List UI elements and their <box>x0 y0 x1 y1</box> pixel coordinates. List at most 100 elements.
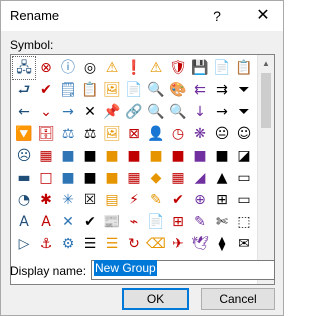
symbol-cell[interactable]: ⏷ <box>233 101 255 123</box>
symbol-cell[interactable]: 😐 <box>211 123 233 145</box>
symbol-cell[interactable]: 📰 <box>101 211 123 233</box>
symbol-cell[interactable]: ☹ <box>13 145 35 167</box>
symbol-cell[interactable]: 🛡 <box>167 57 189 79</box>
symbol-cell[interactable]: ⇇ <box>189 79 211 101</box>
symbol-cell[interactable]: ✈ <box>167 233 189 255</box>
symbol-cell[interactable]: 🔗 <box>123 101 145 123</box>
symbol-cell[interactable]: 🖧 <box>12 56 36 80</box>
scroll-up-arrow-icon[interactable]: ▲ <box>258 55 274 72</box>
symbol-cell[interactable]: ⇉ <box>211 79 233 101</box>
symbol-cell[interactable]: ■ <box>123 145 145 167</box>
symbol-cell[interactable]: ■ <box>211 145 233 167</box>
symbol-cell[interactable]: 🖼 <box>101 123 123 145</box>
symbol-cell[interactable]: ✕ <box>79 101 101 123</box>
symbol-cell[interactable]: ⌁ <box>123 211 145 233</box>
symbol-cell[interactable]: ⚠ <box>101 57 123 79</box>
symbol-cell[interactable]: ✎ <box>145 189 167 211</box>
close-button[interactable]: ✕ <box>245 1 281 31</box>
symbol-cell[interactable]: ■ <box>79 167 101 189</box>
symbol-cell[interactable]: ✱ <box>35 189 57 211</box>
symbol-cell[interactable]: ⊕ <box>189 189 211 211</box>
symbol-cell[interactable]: ▦ <box>123 167 145 189</box>
symbol-cell[interactable]: ■ <box>167 145 189 167</box>
symbol-cell[interactable]: ⚖ <box>79 123 101 145</box>
symbol-cell[interactable]: □ <box>35 167 57 189</box>
symbol-cell[interactable]: ❋ <box>189 123 211 145</box>
symbol-cell[interactable]: ← <box>13 101 35 123</box>
symbol-cell[interactable]: ✄ <box>211 211 233 233</box>
symbol-cell[interactable]: ▭ <box>233 189 255 211</box>
symbol-cell[interactable]: ■ <box>57 167 79 189</box>
symbol-cell[interactable]: 🔍 <box>167 101 189 123</box>
display-name-input[interactable]: New Group <box>91 260 275 280</box>
symbol-cell[interactable]: ⚙ <box>57 233 79 255</box>
symbol-cell[interactable]: 📄 <box>145 211 167 233</box>
symbol-cell[interactable]: ↻ <box>123 233 145 255</box>
symbol-cell[interactable]: ◔ <box>13 189 35 211</box>
symbol-cell[interactable]: ◆ <box>145 167 167 189</box>
scroll-thumb[interactable] <box>261 73 271 128</box>
symbol-cell[interactable]: ☒ <box>79 189 101 211</box>
symbol-cell[interactable]: ✔ <box>79 211 101 233</box>
symbol-cell[interactable]: ■ <box>101 145 123 167</box>
symbol-cell[interactable]: 🔍 <box>145 79 167 101</box>
symbol-cell[interactable]: 🗄 <box>35 123 57 145</box>
symbol-cell[interactable]: ⌄ <box>35 101 57 123</box>
symbol-cell[interactable]: ☰ <box>79 233 101 255</box>
symbol-cell[interactable]: ✳ <box>57 189 79 211</box>
symbol-cell[interactable]: 🔍 <box>145 101 167 123</box>
symbol-cell[interactable]: ◎ <box>79 57 101 79</box>
symbol-cell[interactable]: ⚠ <box>145 57 167 79</box>
symbol-cell[interactable]: 📄 <box>211 57 233 79</box>
symbol-cell[interactable]: 🕊 <box>189 233 211 255</box>
symbol-cell[interactable]: ⚖ <box>57 123 79 145</box>
symbol-cell[interactable]: ◪ <box>233 145 255 167</box>
symbol-cell[interactable]: 🖼 <box>101 79 123 101</box>
symbol-cell[interactable]: 📌 <box>101 101 123 123</box>
symbol-cell[interactable]: ■ <box>189 145 211 167</box>
symbol-cell[interactable]: A <box>13 211 35 233</box>
symbol-cell[interactable]: ✉ <box>233 233 255 255</box>
symbol-cell[interactable]: ⬚ <box>233 211 255 233</box>
symbol-cell[interactable]: ☺ <box>233 123 255 145</box>
symbol-cell[interactable]: ▷ <box>13 233 35 255</box>
symbol-cell[interactable]: ▤ <box>101 189 123 211</box>
symbol-cell[interactable]: ✔ <box>167 189 189 211</box>
symbol-cell[interactable]: ■ <box>57 145 79 167</box>
symbol-cell[interactable]: 👤 <box>145 123 167 145</box>
symbol-cell[interactable]: ◢ <box>189 167 211 189</box>
symbol-cell[interactable]: ▦ <box>167 167 189 189</box>
symbol-cell[interactable]: → <box>57 101 79 123</box>
symbol-cell[interactable]: ⚡ <box>123 189 145 211</box>
symbol-cell[interactable]: 🔽 <box>13 123 35 145</box>
ok-button[interactable]: OK <box>122 288 189 310</box>
symbol-cell[interactable]: ✎ <box>189 211 211 233</box>
symbol-cell[interactable]: 📋 <box>233 57 255 79</box>
symbol-cell[interactable]: ■ <box>145 145 167 167</box>
symbol-cell[interactable]: ■ <box>101 167 123 189</box>
symbol-cell[interactable]: ⮐ <box>13 79 35 101</box>
symbol-cell[interactable]: ▬ <box>13 167 35 189</box>
symbol-cell[interactable]: ✔ <box>35 79 57 101</box>
symbol-cell[interactable]: ⊗ <box>35 57 57 79</box>
symbol-cell[interactable]: ▦ <box>35 145 57 167</box>
symbol-cell[interactable]: ■ <box>79 145 101 167</box>
cancel-button[interactable]: Cancel <box>201 288 275 310</box>
symbol-cell[interactable]: 🎨 <box>167 79 189 101</box>
symbol-cell[interactable]: ⊞ <box>167 211 189 233</box>
help-button[interactable]: ? <box>199 1 235 31</box>
symbol-cell[interactable]: ⏷ <box>233 79 255 101</box>
symbol-cell[interactable]: ✕ <box>57 211 79 233</box>
symbol-cell[interactable]: ☰ <box>101 233 123 255</box>
symbol-cell[interactable]: ⊠ <box>123 123 145 145</box>
symbol-cell[interactable]: ◷ <box>167 123 189 145</box>
symbol-cell[interactable]: ⓘ <box>57 57 79 79</box>
symbol-cell[interactable]: ⊞ <box>211 189 233 211</box>
symbol-scrollbar[interactable]: ▲ ▼ <box>257 55 274 284</box>
symbol-cell[interactable]: 💾 <box>189 57 211 79</box>
symbol-cell[interactable]: 🗒 <box>57 79 79 101</box>
symbol-cell[interactable]: → <box>211 101 233 123</box>
symbol-cell[interactable]: A <box>35 211 57 233</box>
symbol-cell[interactable]: 📄 <box>123 79 145 101</box>
symbol-cell[interactable]: ❗ <box>123 57 145 79</box>
